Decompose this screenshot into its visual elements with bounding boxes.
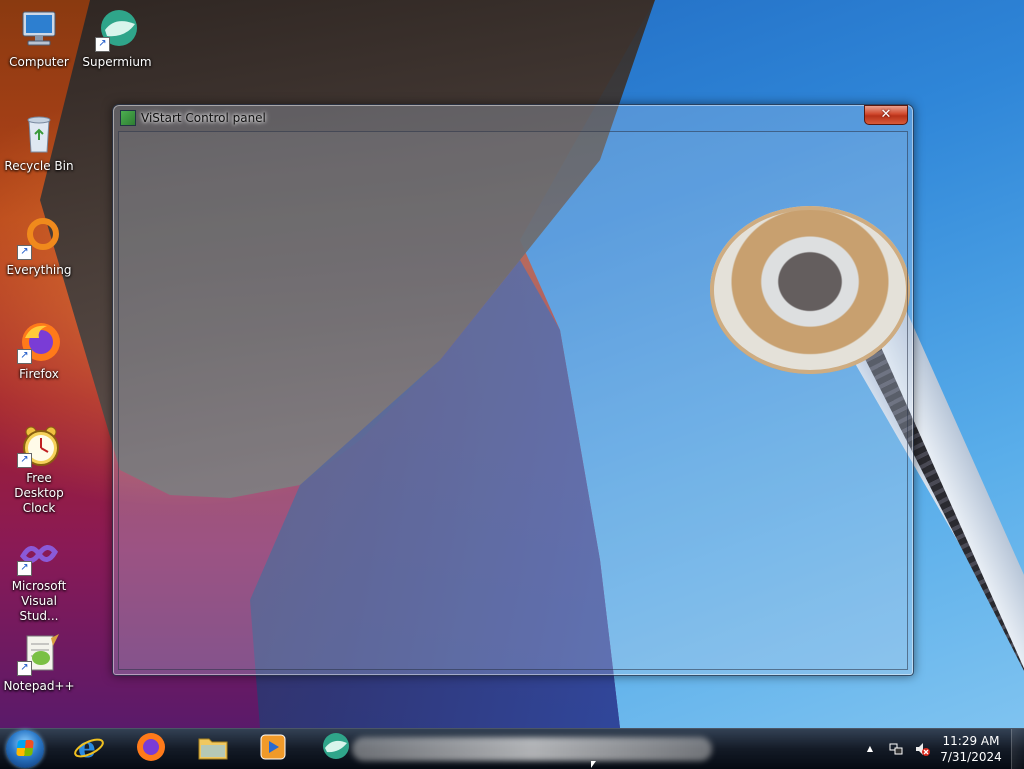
volume-muted-icon[interactable]	[914, 741, 930, 757]
desktop-icon-label: Supermium	[82, 55, 152, 69]
shortcut-arrow-icon: ↗	[17, 453, 32, 468]
desktop-icon-label: Computer	[9, 55, 69, 69]
desktop-icon-computer[interactable]: Computer	[1, 8, 77, 70]
shortcut-arrow-icon: ↗	[17, 661, 32, 676]
media-player-icon	[257, 731, 289, 767]
window-titlebar[interactable]: ViStart Control panel ✕	[113, 105, 913, 131]
vistart-control-panel-window[interactable]: ViStart Control panel ✕	[112, 104, 914, 676]
firefox-icon: ↗	[17, 320, 61, 364]
clock-time: 11:29 AM	[942, 734, 1000, 748]
taskbar-blurred-region	[352, 737, 712, 761]
desktop-icon-label: Everything	[6, 263, 72, 277]
desktop-icon-recycle-bin[interactable]: Recycle Bin	[1, 112, 77, 174]
taskbar-button-firefox[interactable]	[124, 731, 178, 767]
mouse-cursor	[591, 761, 596, 768]
shortcut-arrow-icon: ↗	[17, 561, 32, 576]
shortcut-arrow-icon: ↗	[95, 37, 110, 52]
supermium-icon: ↗	[95, 8, 139, 52]
supermium-icon	[319, 731, 351, 767]
taskbar-button-file-explorer[interactable]	[186, 731, 240, 767]
show-desktop-button[interactable]	[1011, 729, 1024, 769]
desktop-icon-everything[interactable]: ↗ Everything	[1, 216, 77, 278]
recycle-bin-icon	[17, 112, 61, 156]
folder-icon	[197, 731, 229, 767]
vistart-app-icon	[120, 110, 136, 126]
window-client-area[interactable]	[118, 131, 908, 670]
close-button[interactable]: ✕	[864, 105, 908, 125]
firefox-icon	[135, 731, 167, 767]
close-icon: ✕	[880, 107, 892, 122]
desktop-icon-firefox[interactable]: ↗ Firefox	[1, 320, 77, 382]
desktop-icon-supermium[interactable]: ↗ Supermium	[79, 8, 155, 70]
shortcut-arrow-icon: ↗	[17, 245, 32, 260]
computer-icon	[17, 8, 61, 52]
system-tray: ▲ 11:29 AM 7/31/2024	[857, 729, 1024, 769]
alarm-clock-icon: ↗	[17, 424, 61, 468]
desktop-icon-visual-studio[interactable]: ↗ Microsoft Visual Stud...	[1, 532, 77, 624]
clock[interactable]: 11:29 AM 7/31/2024	[935, 733, 1007, 765]
tray-overflow-button[interactable]: ▲	[862, 741, 878, 757]
visual-studio-icon: ↗	[17, 532, 61, 576]
taskbar-button-internet-explorer[interactable]: e	[62, 731, 116, 767]
start-button[interactable]	[6, 730, 44, 768]
desktop-icon-label: Notepad++	[3, 679, 75, 693]
desktop-icon-label: Firefox	[19, 367, 59, 381]
desktop-icon-label: Free Desktop Clock	[14, 471, 64, 515]
desktop-icon-notepadpp[interactable]: ↗ Notepad++	[1, 632, 77, 694]
ie-icon: e	[73, 731, 105, 767]
desktop-background: Computer ↗ Supermium Recycle Bin ↗ Every…	[0, 0, 1024, 728]
notepadpp-icon: ↗	[17, 632, 61, 676]
shortcut-arrow-icon: ↗	[17, 349, 32, 364]
desktop-icon-free-desktop-clock[interactable]: ↗ Free Desktop Clock	[1, 424, 77, 516]
everything-icon: ↗	[17, 216, 61, 260]
desktop-icon-label: Recycle Bin	[4, 159, 74, 173]
network-icon[interactable]	[888, 741, 904, 757]
desktop-icon-label: Microsoft Visual Stud...	[11, 579, 67, 623]
taskbar: e ▲ 11:29 AM 7/31/2024	[0, 728, 1024, 769]
window-title: ViStart Control panel	[141, 111, 266, 125]
taskbar-button-media-player[interactable]	[246, 731, 300, 767]
windows-logo-icon	[16, 740, 34, 756]
clock-date: 7/31/2024	[940, 750, 1002, 764]
